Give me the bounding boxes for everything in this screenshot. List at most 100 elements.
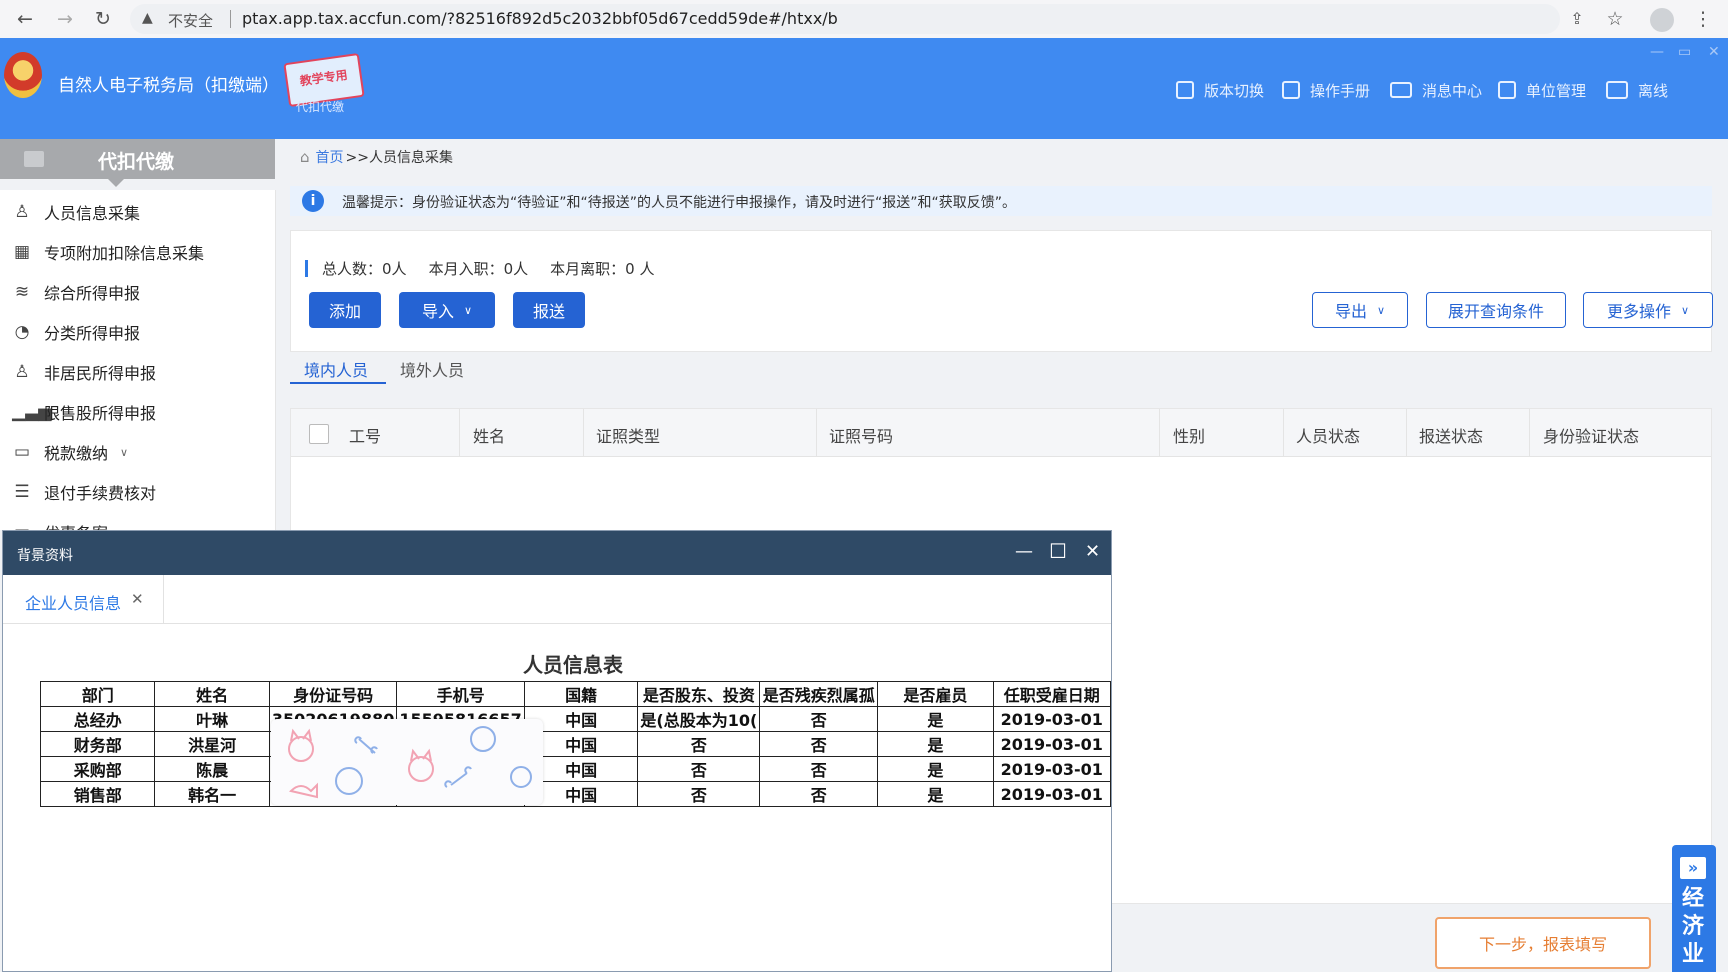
col-header: 部门 xyxy=(39,681,156,707)
wallet-icon: ▭ xyxy=(13,442,31,462)
expand-query-button[interactable]: 展开查询条件 xyxy=(1426,292,1566,328)
breadcrumb: ⌂ 首页 >>人员信息采集 xyxy=(300,147,453,167)
insecure-label: 不安全 xyxy=(168,12,214,30)
th-verification-status: 身份验证状态 xyxy=(1543,427,1640,446)
left-value: 0 人 xyxy=(625,260,655,278)
minimize-icon[interactable]: — xyxy=(1015,541,1033,562)
next-step-button[interactable]: 下一步，报表填写 xyxy=(1435,917,1651,969)
sidebar-item-tax-payment[interactable]: ▭ 税款缴纳 ∨ xyxy=(12,437,128,467)
minimize-icon[interactable]: — xyxy=(1650,44,1664,60)
sidebar-section-header[interactable]: 代扣代缴 xyxy=(0,139,275,187)
col-header: 是否雇员 xyxy=(877,681,994,707)
export-button[interactable]: 导出 ∨ xyxy=(1312,292,1408,328)
nav-label: 离线 xyxy=(1638,81,1669,100)
chevron-down-icon: ∨ xyxy=(1376,303,1386,317)
cell: 是(总股本为10( xyxy=(637,706,761,732)
privacy-sticker xyxy=(271,719,543,805)
th-name: 姓名 xyxy=(473,427,506,446)
nav-messages[interactable]: 消息中心 xyxy=(1390,79,1482,101)
nav-unit-management[interactable]: 单位管理 xyxy=(1498,79,1586,101)
profile-avatar-icon[interactable] xyxy=(1650,8,1674,32)
sidebar-item-nonresident-income[interactable]: ♙ 非居民所得申报 xyxy=(12,357,156,387)
maximize-icon[interactable]: ☐ xyxy=(1049,539,1067,563)
table-row: 财务部 洪星河 中国 否 否 是 2019-03-01 xyxy=(39,731,1112,757)
close-tab-icon[interactable]: ✕ xyxy=(131,590,144,608)
cell: 否 xyxy=(759,706,879,732)
browser-menu-icon[interactable]: ⋮ xyxy=(1690,7,1716,31)
sidebar-item-restricted-stock[interactable]: ▁▃▅ 限售股所得申报 xyxy=(12,397,156,427)
person-icon: ♙ xyxy=(14,202,30,222)
sidebar-item-classified-income[interactable]: ◔ 分类所得申报 xyxy=(12,317,140,347)
offline-icon xyxy=(1606,81,1628,99)
sidebar-item-label: 退付手续费核对 xyxy=(44,484,157,503)
submit-button[interactable]: 报送 xyxy=(513,292,585,328)
tab-company-personnel[interactable]: 企业人员信息 ✕ xyxy=(3,575,164,623)
nav-offline[interactable]: 离线 xyxy=(1606,79,1668,101)
nav-label: 版本切换 xyxy=(1204,81,1265,100)
column-divider xyxy=(1406,409,1407,456)
sidebar-section-title: 代扣代缴 xyxy=(98,151,175,173)
sidebar-item-personnel-info[interactable]: ♙ 人员信息采集 xyxy=(12,197,140,227)
stamp-subtitle: 代扣代缴 xyxy=(296,100,345,114)
maximize-icon[interactable]: ▭ xyxy=(1678,44,1691,60)
total-value: 0人 xyxy=(382,260,407,278)
address-bar[interactable]: ▲ 不安全 ptax.app.tax.accfun.com/?82516f892… xyxy=(130,4,1560,34)
breadcrumb-current: >>人员信息采集 xyxy=(345,150,453,166)
more-actions-button[interactable]: 更多操作 ∨ xyxy=(1583,292,1713,328)
tab-label: 企业人员信息 xyxy=(25,594,122,613)
info-icon: i xyxy=(302,190,324,212)
chevron-down-icon: ∨ xyxy=(120,445,129,459)
table-header-row: 部门 姓名 身份证号码 手机号 国籍 是否股东、投资 是否残疾烈属孤 是否雇员 … xyxy=(39,681,1112,707)
personnel-info-table: 部门 姓名 身份证号码 手机号 国籍 是否股东、投资 是否残疾烈属孤 是否雇员 … xyxy=(39,681,1112,807)
cell: 否 xyxy=(637,781,761,807)
tab-domestic[interactable]: 境内人员 xyxy=(304,357,368,381)
import-button[interactable]: 导入 ∨ xyxy=(399,292,495,328)
cat-doodle-icon xyxy=(288,726,532,799)
app-title: 自然人电子税务局（扣缴端） xyxy=(58,76,279,96)
nav-version-switch[interactable]: 版本切换 xyxy=(1176,79,1264,101)
tab-foreign[interactable]: 境外人员 xyxy=(400,357,464,381)
select-all-checkbox[interactable] xyxy=(309,424,329,444)
notice-text: 温馨提示：身份验证状态为“待验证”和“待报送”的人员不能进行申报操作，请及时进行… xyxy=(342,195,1017,211)
export-label: 导出 xyxy=(1334,302,1367,321)
modal-titlebar[interactable]: 背景资料 — ☐ ✕ xyxy=(3,531,1111,575)
joined-value: 0人 xyxy=(503,260,529,278)
th-id-number: 证照号码 xyxy=(829,427,894,446)
import-label: 导入 xyxy=(421,302,454,321)
cell: 2019-03-01 xyxy=(992,706,1112,732)
col-header: 身份证号码 xyxy=(268,681,398,707)
share-icon[interactable]: ⇪ xyxy=(1564,7,1590,31)
close-icon[interactable]: ✕ xyxy=(1085,541,1100,562)
reload-icon[interactable]: ↻ xyxy=(90,7,116,31)
nav-label: 消息中心 xyxy=(1422,81,1483,100)
add-button[interactable]: 添加 xyxy=(309,292,381,328)
back-icon[interactable]: ← xyxy=(12,7,38,31)
url-text[interactable]: ptax.app.tax.accfun.com/?82516f892d5c203… xyxy=(242,9,838,28)
left-label: 本月离职： xyxy=(550,260,626,278)
col-header: 姓名 xyxy=(154,681,270,707)
home-icon: ⌂ xyxy=(300,148,310,166)
side-widget[interactable]: » 经济业 xyxy=(1672,845,1716,972)
toolbar-card xyxy=(290,230,1712,352)
sidebar-item-refund-fee[interactable]: ☰ 退付手续费核对 xyxy=(12,477,156,507)
col-header: 是否残疾烈属孤 xyxy=(759,681,879,707)
breadcrumb-home[interactable]: 首页 xyxy=(316,147,344,167)
bookmark-star-icon[interactable]: ☆ xyxy=(1602,7,1628,31)
cell: 2019-03-01 xyxy=(992,781,1112,807)
nav-manual[interactable]: 操作手册 xyxy=(1282,79,1370,101)
total-label: 总人数： xyxy=(322,260,383,278)
cell: 是 xyxy=(877,731,994,757)
browser-toolbar: ← → ↻ ▲ 不安全 ptax.app.tax.accfun.com/?825… xyxy=(0,0,1728,39)
table-header: 工号 姓名 证照类型 证照号码 性别 人员状态 报送状态 身份验证状态 xyxy=(291,409,1711,457)
sidebar-item-special-deduction[interactable]: ▦ 专项附加扣除信息采集 xyxy=(12,237,204,267)
cell: 采购部 xyxy=(39,756,156,782)
column-divider xyxy=(1159,409,1160,456)
forward-icon[interactable]: → xyxy=(52,7,78,31)
sidebar-item-comprehensive-income[interactable]: ≋ 综合所得申报 xyxy=(12,277,140,307)
cell: 否 xyxy=(759,781,879,807)
close-icon[interactable]: ✕ xyxy=(1708,44,1720,60)
section-pointer xyxy=(108,179,124,187)
bar-chart-icon: ▁▃▅ xyxy=(12,402,52,422)
double-chevron-icon: » xyxy=(1680,857,1706,879)
chevron-down-icon: ∨ xyxy=(463,303,473,317)
